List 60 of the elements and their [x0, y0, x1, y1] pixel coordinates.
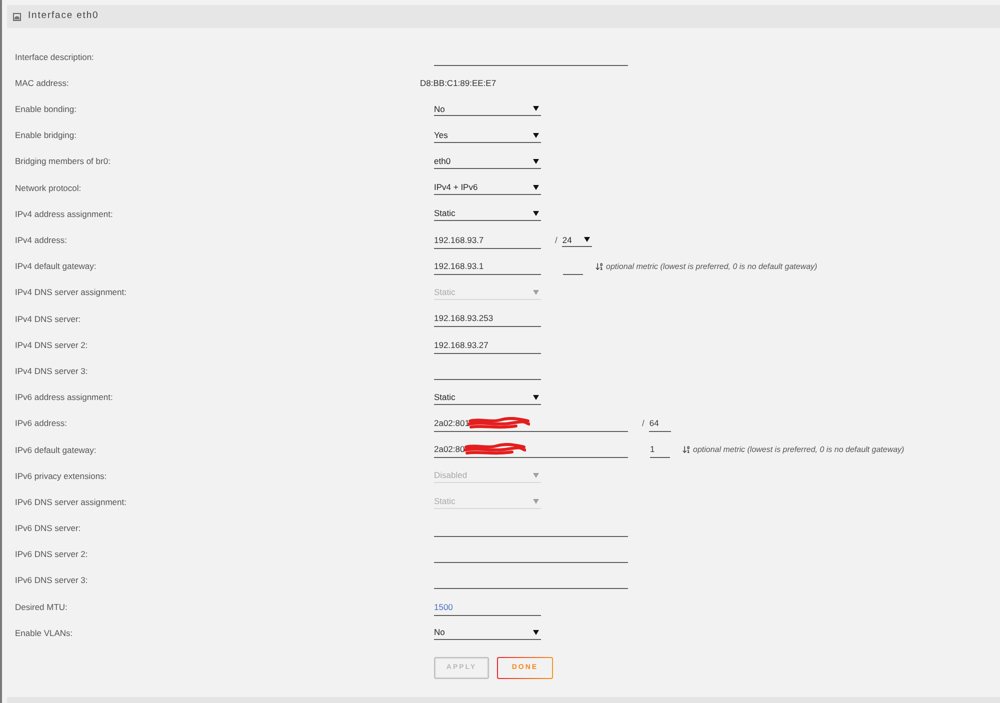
field-label: IPv4 address:	[15, 234, 67, 247]
input-field[interactable]: 2a02:80	[434, 441, 628, 458]
field-label: IPv6 DNS server 2:	[15, 548, 88, 562]
field-label: IPv6 address:	[15, 417, 67, 430]
caret-icon	[533, 394, 539, 400]
field-label: IPv4 address assignment:	[15, 208, 113, 221]
field-label: IPv6 privacy extensions:	[15, 470, 107, 482]
separator-text: /	[642, 417, 644, 430]
separator-text: /	[555, 234, 558, 247]
field-label: IPv6 DNS server 3:	[15, 574, 88, 588]
caret-icon	[533, 185, 539, 190]
field-label: Enable bridging:	[15, 129, 76, 142]
field-value: D8:BB:C1:89:EE:E7	[420, 76, 496, 90]
image-icon	[13, 12, 21, 20]
sort-numeric-icon	[682, 445, 691, 454]
prefix-dropdown[interactable]: 24	[562, 233, 592, 248]
caret-icon	[533, 290, 539, 295]
caret-icon	[533, 132, 539, 138]
input-field[interactable]: 192.168.93.27	[434, 336, 541, 354]
field-label: IPv4 DNS server assignment:	[15, 286, 126, 300]
dropdown[interactable]: Static	[434, 390, 541, 405]
input-field[interactable]: 192.168.93.7	[434, 232, 541, 249]
input-field[interactable]: 192.168.93.253	[434, 310, 541, 328]
input-field[interactable]: 2a02:801	[434, 415, 628, 432]
caret-icon	[533, 158, 539, 164]
field-label: Bridging members of br0:	[15, 155, 110, 168]
dropdown[interactable]: IPv4 + IPv6	[434, 181, 541, 196]
field-label: IPv4 DNS server 2:	[15, 338, 88, 352]
caret-icon	[533, 211, 539, 216]
sort-numeric-icon	[595, 262, 604, 272]
field-label: IPv6 default gateway:	[15, 444, 96, 456]
caret-icon	[533, 630, 539, 636]
field-label: IPv4 DNS server 3:	[15, 364, 88, 378]
hint-text: optional metric (lowest is preferred, 0 is no default gateway)	[693, 444, 904, 456]
dropdown[interactable]: eth0	[434, 154, 541, 169]
field-label: IPv4 default gateway:	[15, 260, 96, 273]
field-label: Enable bonding:	[15, 103, 76, 116]
dropdown[interactable]: Yes	[434, 128, 541, 143]
field-label: Network protocol:	[15, 182, 82, 194]
input-field[interactable]: 192.168.93.1	[434, 258, 541, 276]
field-label: MAC address:	[15, 76, 69, 90]
hint-text: optional metric (lowest is preferred, 0 is no default gateway)	[606, 260, 818, 273]
caret-icon	[533, 106, 539, 112]
panel-title: Interface eth0	[28, 9, 99, 24]
dropdown[interactable]: No	[434, 102, 541, 116]
field-label: IPv6 DNS server assignment:	[15, 496, 126, 509]
field-label: IPv6 address assignment:	[15, 391, 113, 404]
field-label: Interface description:	[15, 50, 94, 64]
field-label: Desired MTU:	[15, 600, 68, 614]
dropdown[interactable]: No	[434, 626, 541, 640]
field-label: IPv4 DNS server:	[15, 312, 81, 326]
dropdown[interactable]: Static	[434, 207, 541, 222]
caret-icon	[584, 237, 590, 242]
field-label: Enable VLANs:	[15, 626, 73, 640]
input-field[interactable]: 1500	[434, 598, 541, 616]
caret-icon	[533, 473, 539, 478]
field-label: IPv6 DNS server:	[15, 522, 81, 535]
prefix-input[interactable]: 64	[649, 415, 672, 432]
metric-input[interactable]: 1	[650, 441, 670, 458]
caret-icon	[533, 499, 539, 504]
